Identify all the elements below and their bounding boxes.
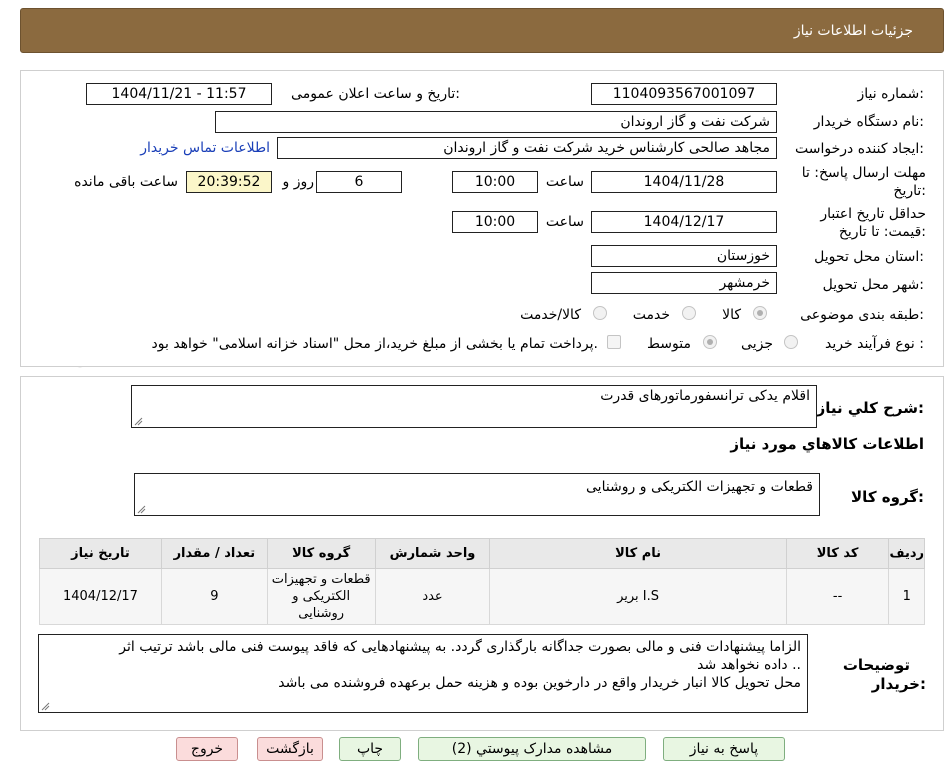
validity-date-field[interactable]: 1404/12/17 bbox=[591, 211, 777, 233]
category-service-label: خدمت bbox=[632, 307, 670, 323]
buyer-notes-line: محل تحویل کالا انبار خریدار واقع در دارخ… bbox=[278, 675, 801, 691]
summary-label: شرح کلي نياز: bbox=[816, 399, 924, 417]
buyer-org-label: نام دستگاه خریدار: bbox=[813, 114, 924, 130]
remaining-time-field: 20:39:52 bbox=[186, 171, 272, 193]
cell-item-code: -- bbox=[785, 568, 890, 625]
cell-need-date: 1404/12/17 bbox=[39, 568, 162, 625]
need-number-field[interactable]: 1104093567001097 bbox=[591, 83, 777, 105]
table-header-row: رديف کد کالا نام کالا واحد شمارش گروه کا… bbox=[39, 538, 925, 569]
resize-grip-icon[interactable] bbox=[137, 505, 146, 514]
deadline-time-field[interactable]: 10:00 bbox=[452, 171, 538, 193]
process-medium-label: متوسط bbox=[647, 336, 691, 352]
category-goods-radio[interactable] bbox=[753, 306, 767, 320]
page-title: جزئیات اطلاعات نیاز bbox=[793, 23, 913, 39]
col-unit: واحد شمارش bbox=[374, 538, 491, 569]
buyer-contact-link[interactable]: اطلاعات تماس خریدار bbox=[140, 140, 270, 156]
view-attachments-button[interactable]: مشاهده مدارک پيوستي (2) bbox=[418, 737, 646, 761]
category-label: طبقه بندی موضوعی: bbox=[800, 307, 924, 323]
print-button[interactable]: چاپ bbox=[339, 737, 401, 761]
validity-time-label: ساعت bbox=[545, 214, 584, 230]
requester-field[interactable]: مجاهد صالحی کارشناس خرید شرکت نفت و گاز … bbox=[277, 137, 777, 159]
province-field[interactable]: خوزستان bbox=[591, 245, 777, 267]
buyer-notes-line: داده نخواهد شد .. bbox=[697, 657, 801, 673]
validity-label-line1: حداقل تاریخ اعتبار bbox=[820, 206, 926, 222]
deadline-label-line2: تاریخ: bbox=[893, 183, 926, 199]
col-item-name: نام کالا bbox=[489, 538, 787, 569]
col-item-code: کد کالا bbox=[785, 538, 890, 569]
col-quantity: تعداد / مقدار bbox=[160, 538, 268, 569]
summary-textarea[interactable]: اقلام یدکی ترانسفورماتورهای قدرت bbox=[131, 385, 817, 428]
category-goods-label: کالا bbox=[722, 307, 741, 323]
remaining-days-field[interactable]: 6 bbox=[316, 171, 402, 193]
exit-button[interactable]: خروج bbox=[176, 737, 238, 761]
province-label: استان محل تحویل: bbox=[814, 249, 924, 265]
summary-text: اقلام یدکی ترانسفورماتورهای قدرت bbox=[600, 388, 810, 404]
announce-datetime-label: تاریخ و ساعت اعلان عمومی: bbox=[291, 86, 460, 102]
validity-label-line2: قیمت: تا تاریخ: bbox=[838, 224, 926, 240]
buyer-notes-textarea[interactable]: الزاما پیشنهادات فنی و مالی بصورت جداگان… bbox=[38, 634, 808, 713]
table-row[interactable]: 1 -- I.S برير عدد قطعات و تجهیزات الکتری… bbox=[39, 568, 925, 625]
validity-time-field[interactable]: 10:00 bbox=[452, 211, 538, 233]
process-type-label: نوع فرآیند خرید : bbox=[825, 336, 924, 352]
goods-group-text: قطعات و تجهیزات الکتریکی و روشنایی bbox=[586, 479, 813, 495]
items-table: رديف کد کالا نام کالا واحد شمارش گروه کا… bbox=[39, 538, 925, 625]
cell-item-name: I.S برير bbox=[489, 568, 787, 625]
category-service-radio[interactable] bbox=[682, 306, 696, 320]
process-medium-radio[interactable] bbox=[703, 335, 717, 349]
remaining-time-label: ساعت باقی مانده bbox=[74, 174, 178, 190]
process-minor-radio[interactable] bbox=[784, 335, 798, 349]
buyer-org-field[interactable]: شرکت نفت و گاز اروندان bbox=[215, 111, 777, 133]
col-item-group: گروه کالا bbox=[266, 538, 376, 569]
city-field[interactable]: خرمشهر bbox=[591, 272, 777, 294]
city-label: شهر محل تحویل: bbox=[822, 277, 924, 293]
cell-item-group: قطعات و تجهیزات الکتریکی و روشنایی bbox=[266, 568, 376, 625]
process-minor-label: جزیی bbox=[741, 336, 773, 352]
page-header: جزئیات اطلاعات نیاز bbox=[20, 8, 944, 53]
resize-grip-icon[interactable] bbox=[134, 417, 143, 426]
reply-to-need-button[interactable]: پاسخ به نياز bbox=[663, 737, 785, 761]
cell-unit: عدد bbox=[374, 568, 491, 625]
days-label: روز و bbox=[282, 174, 315, 190]
deadline-date-field[interactable]: 1404/11/28 bbox=[591, 171, 777, 193]
cell-row-number: 1 bbox=[888, 568, 925, 625]
back-button[interactable]: بازگشت bbox=[257, 737, 323, 761]
goods-group-textarea[interactable]: قطعات و تجهیزات الکتریکی و روشنایی bbox=[134, 473, 820, 516]
buyer-notes-label-line1: توضيحات bbox=[842, 656, 910, 674]
deadline-time-label: ساعت bbox=[545, 174, 584, 190]
col-row-number: رديف bbox=[888, 538, 925, 569]
need-number-label: شماره نیاز: bbox=[857, 86, 924, 102]
cell-quantity: 9 bbox=[160, 568, 268, 625]
buyer-notes-line: الزاما پیشنهادات فنی و مالی بصورت جداگان… bbox=[119, 639, 801, 655]
buyer-notes-label-line2: خريدار: bbox=[871, 675, 926, 693]
announce-datetime-field[interactable]: 1404/11/21 - 11:57 bbox=[86, 83, 272, 105]
category-goods-service-radio[interactable] bbox=[593, 306, 607, 320]
resize-grip-icon[interactable] bbox=[41, 702, 50, 711]
items-heading: اطلاعات کالاهاي مورد نياز bbox=[730, 435, 924, 453]
treasury-payment-checkbox[interactable] bbox=[607, 335, 621, 349]
col-need-date: تاريخ نياز bbox=[39, 538, 162, 569]
treasury-payment-note: پرداخت تمام یا بخشی از مبلغ خرید،از محل … bbox=[151, 336, 598, 352]
goods-group-label: گروه کالا: bbox=[851, 488, 924, 506]
deadline-label-line1: مهلت ارسال پاسخ: تا bbox=[801, 165, 926, 181]
category-goods-service-label: کالا/خدمت bbox=[520, 307, 581, 323]
requester-label: ایجاد کننده درخواست: bbox=[795, 141, 924, 157]
